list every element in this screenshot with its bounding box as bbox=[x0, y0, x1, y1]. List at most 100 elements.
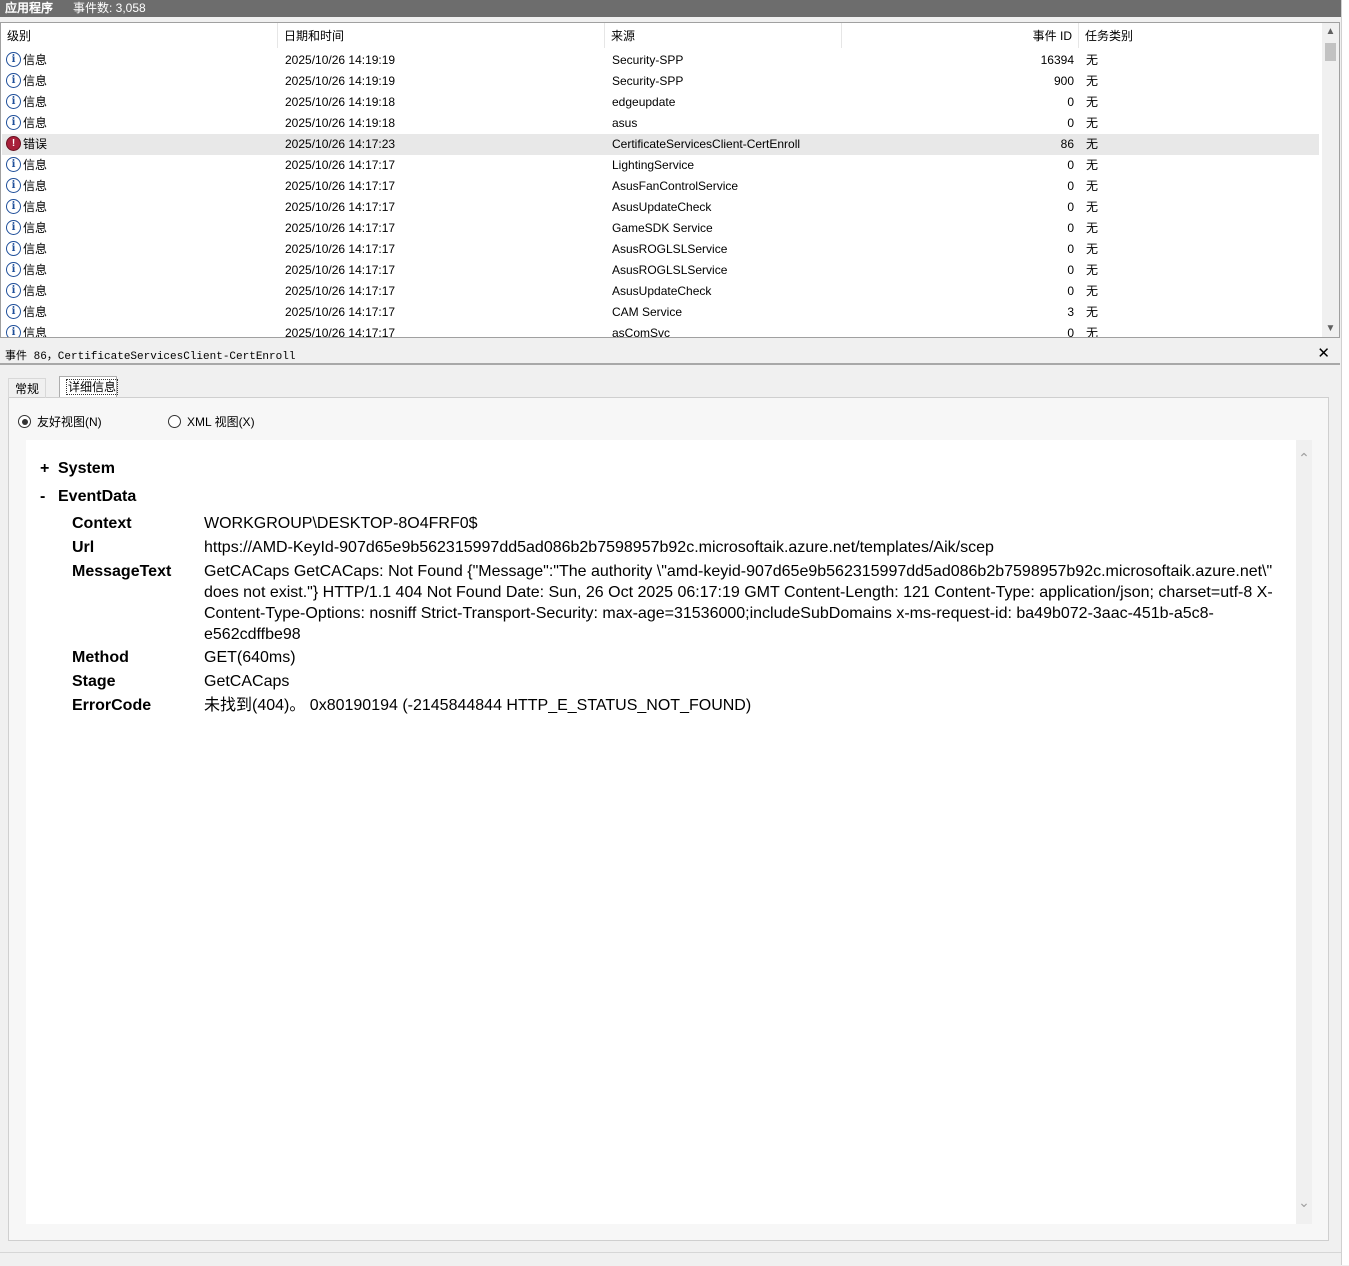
event-row[interactable]: i 信息 2025/10/26 14:17:17 CAM Service 3 无 bbox=[2, 302, 1319, 323]
task-cell: 无 bbox=[1086, 137, 1099, 151]
level-text: 信息 bbox=[23, 179, 48, 193]
task-cell: 无 bbox=[1086, 305, 1099, 319]
task-cell: 无 bbox=[1086, 200, 1099, 214]
friendly-view-content[interactable]: + System - EventData Context WORKGROUP\DES… bbox=[26, 440, 1312, 1224]
eventdata-label: EventData bbox=[58, 488, 137, 505]
friendly-view-radio[interactable]: 友好视图(N) bbox=[18, 414, 102, 430]
datetime-cell: 2025/10/26 14:17:23 bbox=[285, 137, 396, 151]
list-scrollbar[interactable]: ▲ ▼ bbox=[1322, 23, 1339, 337]
event-row[interactable]: i 信息 2025/10/26 14:17:17 AsusUpdateCheck 0 无 bbox=[2, 197, 1319, 218]
task-cell: 无 bbox=[1086, 242, 1099, 256]
event-row[interactable]: i 信息 2025/10/26 14:17:17 AsusFanControlServ… bbox=[2, 176, 1319, 197]
level-cell: i 信息 bbox=[6, 92, 276, 113]
event-id-cell: 0 bbox=[1067, 263, 1074, 277]
event-count: 事件数: 3,058 bbox=[73, 1, 146, 15]
expand-icon[interactable]: + bbox=[40, 460, 58, 478]
task-cell: 无 bbox=[1086, 179, 1099, 193]
field-value-context: WORKGROUP\DESKTOP-8O4FRF0$ bbox=[204, 515, 478, 532]
level-text: 信息 bbox=[23, 95, 48, 109]
level-text: 信息 bbox=[23, 116, 48, 130]
event-row[interactable]: i 信息 2025/10/26 14:17:17 AsusROGLSLService 0… bbox=[2, 239, 1319, 260]
scroll-down-icon[interactable]: ▼ bbox=[1322, 320, 1339, 337]
event-row[interactable]: i 信息 2025/10/26 14:17:17 AsusUpdateCheck 0 无 bbox=[2, 281, 1319, 302]
tab-details[interactable]: 详细信息 bbox=[59, 376, 119, 397]
event-row[interactable]: i 信息 2025/10/26 14:19:18 asus 0 无 bbox=[2, 113, 1319, 134]
field-value-errorcode: 未找到(404)。 0x80190194 (-2145844844 HTTP_E… bbox=[204, 697, 752, 714]
event-id-cell: 0 bbox=[1067, 284, 1074, 298]
source-cell: Security-SPP bbox=[612, 74, 684, 88]
source-cell: asComSvc bbox=[612, 326, 671, 338]
friendly-view-label: 友好视图(N) bbox=[37, 415, 102, 429]
level-text: 信息 bbox=[23, 74, 48, 88]
collapse-icon[interactable]: - bbox=[40, 488, 58, 506]
chevron-down-icon[interactable]: ⌄ bbox=[1296, 1194, 1312, 1210]
level-cell: i 信息 bbox=[6, 323, 276, 338]
level-cell: i 信息 bbox=[6, 260, 276, 281]
event-id-cell: 0 bbox=[1067, 158, 1074, 172]
level-cell: i 信息 bbox=[6, 113, 276, 134]
level-cell: i 信息 bbox=[6, 218, 276, 239]
datetime-cell: 2025/10/26 14:17:17 bbox=[285, 263, 396, 277]
event-id-cell: 0 bbox=[1067, 221, 1074, 235]
event-row[interactable]: i 信息 2025/10/26 14:17:17 AsusROGLSLService 0… bbox=[2, 260, 1319, 281]
level-cell: ! 错误 bbox=[6, 134, 276, 155]
task-cell: 无 bbox=[1086, 95, 1099, 109]
scroll-thumb[interactable] bbox=[1325, 43, 1336, 61]
info-icon: i bbox=[6, 325, 21, 337]
info-icon: i bbox=[6, 94, 21, 110]
scroll-up-icon[interactable]: ▲ bbox=[1322, 23, 1339, 40]
datetime-cell: 2025/10/26 14:19:19 bbox=[285, 53, 396, 67]
detail-header: 事件 86，CertificateServicesClient-CertEnro… bbox=[0, 343, 1340, 365]
field-key-context: Context bbox=[72, 515, 132, 532]
level-text: 信息 bbox=[23, 326, 48, 338]
column-header-task[interactable]: 任务类别 bbox=[1079, 23, 1321, 48]
column-header-event-id[interactable]: 事件 ID bbox=[842, 23, 1079, 48]
info-icon: i bbox=[6, 283, 21, 299]
tab-general[interactable]: 常规 bbox=[8, 378, 47, 398]
event-row[interactable]: i 信息 2025/10/26 14:19:19 Security-SPP 900 无 bbox=[2, 71, 1319, 92]
xml-view-radio[interactable]: XML 视图(X) bbox=[168, 414, 255, 430]
source-cell: asus bbox=[612, 116, 638, 130]
task-cell: 无 bbox=[1086, 326, 1099, 338]
info-icon: i bbox=[6, 73, 21, 89]
close-icon[interactable]: ✕ bbox=[1317, 344, 1330, 362]
radio-unselected-icon bbox=[168, 415, 181, 429]
event-list[interactable]: 级别 日期和时间 来源 事件 ID 任务类别 i 信息 2025/10/26 14:… bbox=[0, 22, 1340, 338]
event-row[interactable]: i 信息 2025/10/26 14:17:17 asComSvc 0 无 bbox=[2, 323, 1319, 338]
level-text: 信息 bbox=[23, 221, 48, 235]
level-cell: i 信息 bbox=[6, 71, 276, 92]
column-header-source[interactable]: 来源 bbox=[605, 23, 842, 48]
column-header-level[interactable]: 级别 bbox=[1, 23, 278, 48]
level-cell: i 信息 bbox=[6, 155, 276, 176]
source-cell: AsusUpdateCheck bbox=[612, 284, 712, 298]
datetime-cell: 2025/10/26 14:17:17 bbox=[285, 305, 396, 319]
level-text: 信息 bbox=[23, 284, 48, 298]
datetime-cell: 2025/10/26 14:19:18 bbox=[285, 95, 396, 109]
log-name: 应用程序 bbox=[5, 1, 54, 15]
source-cell: LightingService bbox=[612, 158, 695, 172]
source-cell: edgeupdate bbox=[612, 95, 676, 109]
source-cell: CAM Service bbox=[612, 305, 683, 319]
details-scrollbar[interactable]: ⌃ ⌄ bbox=[1296, 440, 1312, 1224]
xml-view-label: XML 视图(X) bbox=[187, 415, 255, 429]
info-icon: i bbox=[6, 304, 21, 320]
eventdata-node[interactable]: - EventData bbox=[40, 488, 136, 506]
task-cell: 无 bbox=[1086, 158, 1099, 172]
level-cell: i 信息 bbox=[6, 176, 276, 197]
datetime-cell: 2025/10/26 14:17:17 bbox=[285, 179, 396, 193]
system-node[interactable]: + System bbox=[40, 460, 115, 478]
event-row[interactable]: i 信息 2025/10/26 14:19:19 Security-SPP 16394 无 bbox=[2, 50, 1319, 71]
event-row[interactable]: i 信息 2025/10/26 14:19:18 edgeupdate 0 无 bbox=[2, 92, 1319, 113]
event-row[interactable]: ! 错误 2025/10/26 14:17:23 CertificateService… bbox=[2, 134, 1319, 155]
event-row[interactable]: i 信息 2025/10/26 14:17:17 GameSDK Service 0 无 bbox=[2, 218, 1319, 239]
info-icon: i bbox=[6, 262, 21, 278]
list-header: 级别 日期和时间 来源 事件 ID 任务类别 bbox=[1, 23, 1321, 48]
info-icon: i bbox=[6, 178, 21, 194]
info-icon: i bbox=[6, 157, 21, 173]
column-header-datetime[interactable]: 日期和时间 bbox=[278, 23, 605, 48]
event-row[interactable]: i 信息 2025/10/26 14:17:17 LightingService 0 无 bbox=[2, 155, 1319, 176]
event-id-cell: 0 bbox=[1067, 116, 1074, 130]
level-cell: i 信息 bbox=[6, 281, 276, 302]
chevron-up-icon[interactable]: ⌃ bbox=[1296, 450, 1312, 466]
field-key-method: Method bbox=[72, 649, 129, 666]
